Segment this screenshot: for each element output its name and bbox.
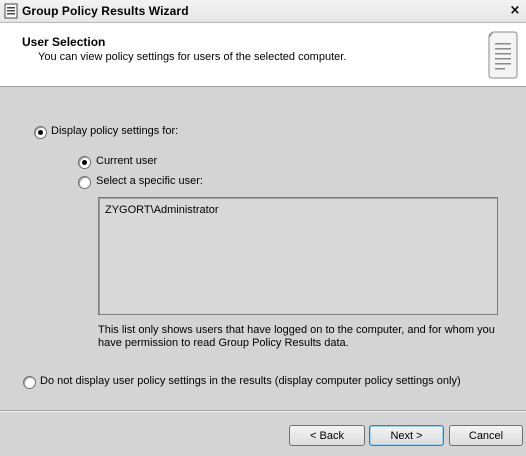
current-user-radio[interactable]: [78, 156, 91, 169]
list-note: This list only shows users that have log…: [98, 324, 495, 349]
display-policy-label: Display policy settings for:: [51, 125, 179, 137]
policy-wizard-icon: [4, 3, 18, 19]
display-policy-radio[interactable]: [34, 126, 47, 139]
back-button[interactable]: < Back: [289, 425, 365, 446]
footer-divider: [0, 410, 526, 412]
specific-user-label: Select a specific user:: [96, 175, 203, 187]
user-listbox[interactable]: ZYGORT\Administrator: [98, 197, 498, 315]
no-user-policy-radio[interactable]: [23, 376, 36, 389]
list-item-user[interactable]: ZYGORT\Administrator: [105, 204, 219, 216]
specific-user-radio[interactable]: [78, 176, 91, 189]
no-user-policy-label: Do not display user policy settings in t…: [40, 375, 461, 387]
title-bar: Group Policy Results Wizard ×: [0, 0, 526, 23]
window-title: Group Policy Results Wizard: [22, 4, 189, 18]
page-subtitle: You can view policy settings for users o…: [38, 51, 347, 63]
cancel-button[interactable]: Cancel: [449, 425, 523, 446]
next-button[interactable]: Next >: [369, 425, 444, 446]
page-title: User Selection: [22, 35, 106, 49]
close-icon[interactable]: ×: [506, 2, 524, 20]
current-user-label: Current user: [96, 155, 158, 167]
wizard-header: User Selection You can view policy setti…: [0, 23, 526, 87]
document-scroll-icon: [488, 31, 518, 79]
